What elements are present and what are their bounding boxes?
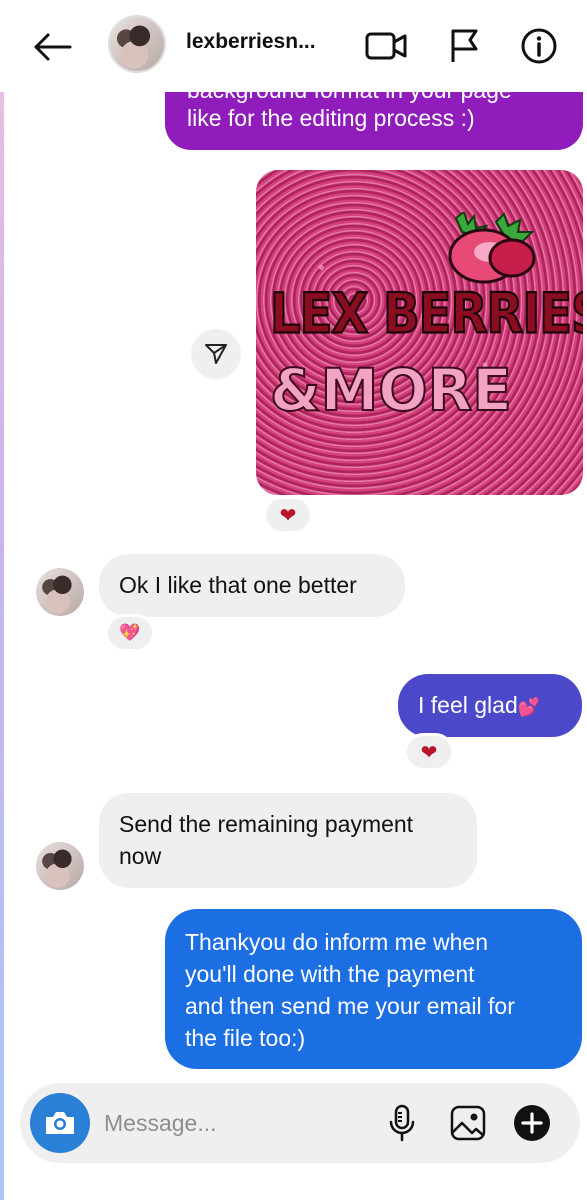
message-text-line2: now bbox=[119, 843, 162, 869]
message-text-line4: the file too:) bbox=[185, 1025, 306, 1051]
sent-message-bubble[interactable]: Thankyou do inform me when you'll done w… bbox=[165, 909, 582, 1069]
flag-icon[interactable] bbox=[442, 24, 486, 68]
message-composer bbox=[20, 1083, 580, 1163]
message-text-line3: and then send me your email for bbox=[185, 993, 515, 1019]
image-logo-text-line1: LEX BERRIES bbox=[269, 281, 583, 348]
message-text: Ok I like that one better bbox=[119, 572, 357, 598]
contact-avatar-small[interactable] bbox=[36, 842, 84, 890]
contact-avatar-small[interactable] bbox=[36, 568, 84, 616]
message-text: I feel glad bbox=[418, 692, 518, 718]
chat-header: lexberriesn... bbox=[0, 0, 587, 92]
screen-edge-gradient bbox=[0, 0, 4, 1200]
microphone-icon[interactable] bbox=[380, 1101, 424, 1145]
gallery-icon[interactable] bbox=[446, 1101, 490, 1145]
heart-reaction-icon[interactable]: ❤ bbox=[404, 733, 454, 771]
contact-avatar[interactable] bbox=[108, 15, 166, 73]
strawberry-icon bbox=[448, 212, 536, 284]
share-icon[interactable] bbox=[191, 329, 241, 379]
back-arrow-icon[interactable] bbox=[30, 27, 74, 67]
message-text-line2: you'll done with the payment bbox=[185, 961, 475, 987]
message-input[interactable] bbox=[104, 1105, 364, 1141]
message-text: like for the editing process :) bbox=[187, 105, 475, 131]
image-logo-text-line2: &MORE bbox=[269, 355, 513, 425]
plus-icon[interactable] bbox=[510, 1101, 554, 1145]
video-call-icon[interactable] bbox=[364, 24, 408, 68]
received-message-bubble[interactable]: Ok I like that one better bbox=[99, 554, 405, 617]
info-icon[interactable] bbox=[517, 24, 561, 68]
two-hearts-emoji: 💕 bbox=[517, 697, 541, 717]
sent-message-bubble[interactable]: I feel glad💕 bbox=[398, 674, 582, 737]
message-text-line1: Send the remaining payment bbox=[119, 811, 414, 837]
sparkle-heart-reaction-icon[interactable]: 💖 bbox=[105, 614, 155, 652]
heart-reaction-icon[interactable]: ❤ bbox=[263, 496, 313, 534]
camera-icon[interactable] bbox=[30, 1093, 90, 1153]
message-text-line1: Thankyou do inform me when bbox=[185, 929, 488, 955]
received-message-bubble[interactable]: Send the remaining payment now bbox=[99, 793, 477, 888]
contact-username[interactable]: lexberriesn... bbox=[186, 30, 316, 54]
image-message[interactable]: LEX BERRIES &MORE bbox=[256, 170, 583, 495]
